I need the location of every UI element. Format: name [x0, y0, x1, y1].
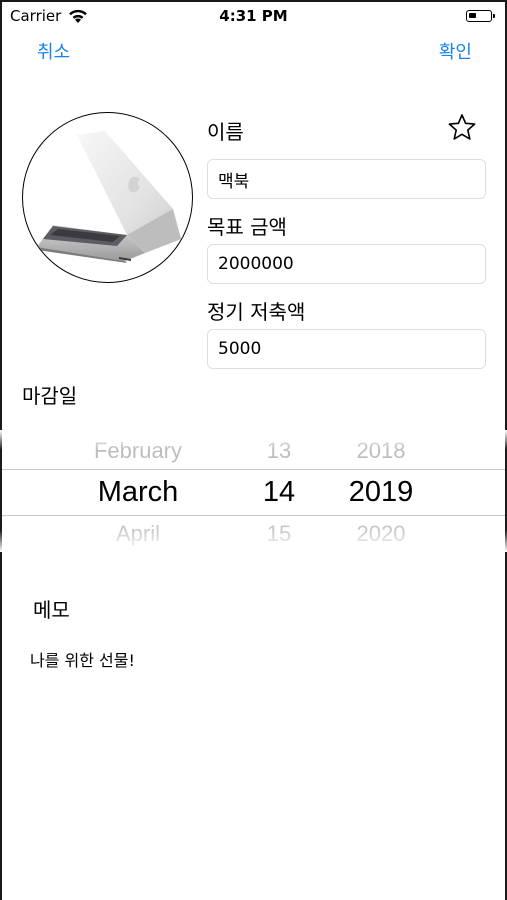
item-photo[interactable] [22, 112, 193, 283]
month-option-selected[interactable]: March [40, 476, 236, 509]
picker-selection-bottom-line [2, 515, 505, 516]
battery-icon [466, 10, 495, 22]
deadline-label: 마감일 [22, 384, 78, 408]
month-option-next[interactable]: April [40, 521, 236, 547]
confirm-button[interactable]: 확인 [439, 38, 472, 64]
memo-label: 메모 [33, 598, 70, 622]
star-outline-icon[interactable] [447, 113, 477, 141]
month-option-prev[interactable]: February [40, 438, 236, 464]
periodic-saving-field[interactable] [207, 329, 486, 369]
periodic-saving-label: 정기 저축액 [207, 300, 306, 324]
status-time: 4:31 PM [219, 7, 288, 25]
name-field[interactable] [207, 159, 486, 199]
goal-amount-label: 목표 금액 [207, 215, 287, 239]
year-option-selected[interactable]: 2019 [326, 476, 436, 509]
laptop-photo-image [37, 131, 181, 263]
deadline-date-picker[interactable]: February March April 13 14 15 2018 2019 … [0, 430, 507, 552]
goal-amount-field[interactable] [207, 244, 486, 284]
day-option-next[interactable]: 15 [239, 521, 319, 547]
year-option-next[interactable]: 2020 [326, 521, 436, 547]
year-option-prev[interactable]: 2018 [326, 438, 436, 464]
memo-text[interactable]: 나를 위한 선물! [30, 647, 135, 671]
name-label: 이름 [207, 120, 244, 144]
cancel-button[interactable]: 취소 [37, 38, 70, 64]
status-bar: Carrier 4:31 PM [0, 0, 507, 32]
day-option-prev[interactable]: 13 [239, 438, 319, 464]
picker-selection-top-line [2, 469, 505, 470]
day-option-selected[interactable]: 14 [239, 476, 319, 509]
